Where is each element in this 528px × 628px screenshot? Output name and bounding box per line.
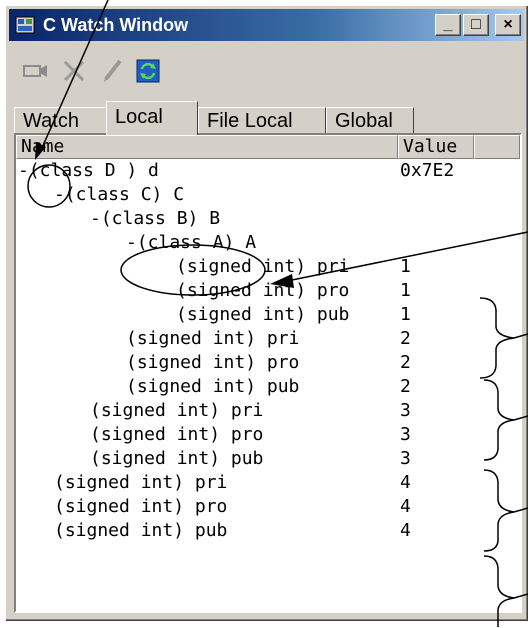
variable-name: (signed int) pro: [176, 280, 350, 301]
variable-name: -(class C) C: [54, 184, 185, 205]
tab-global[interactable]: Global: [326, 107, 414, 133]
toolbar: [14, 50, 514, 94]
tree-row[interactable]: (signed int) pub 2: [16, 375, 520, 399]
tab-watch[interactable]: Watch: [14, 107, 108, 133]
variable-value: 2: [400, 352, 411, 373]
delete-icon: [63, 60, 85, 82]
variable-name: (signed int) pub: [90, 448, 264, 469]
refresh-button[interactable]: [132, 56, 164, 86]
variable-name: -(class A) A: [126, 232, 257, 253]
variable-value: 4: [400, 520, 411, 541]
maximize-button[interactable]: □: [463, 14, 489, 36]
variable-name: (signed int) pro: [126, 352, 300, 373]
tree-row[interactable]: (signed int) pri 4: [16, 471, 520, 495]
tree-row[interactable]: -(class D ) d 0x7E2: [16, 159, 520, 183]
close-button[interactable]: ×: [495, 14, 521, 36]
variable-value: 2: [400, 376, 411, 397]
c-watch-window: C Watch Window _ □ × Watch Local File Lo…: [5, 5, 528, 621]
variable-value: 1: [400, 256, 411, 277]
extra-column-header[interactable]: [474, 135, 520, 159]
tab-strip: Watch Local File Local Global: [14, 101, 522, 135]
tab-file-local[interactable]: File Local: [198, 107, 326, 133]
tree-row[interactable]: (signed int) pri 3: [16, 399, 520, 423]
refresh-icon: [136, 59, 160, 83]
name-column-header[interactable]: Name: [16, 135, 398, 159]
watch-list[interactable]: Name Value -(class D ) d 0x7E2 -(class C) …: [14, 133, 522, 613]
column-header: Name Value: [16, 135, 520, 159]
value-column-header[interactable]: Value: [398, 135, 474, 159]
tree-row[interactable]: -(class B) B: [16, 207, 520, 231]
tree-row[interactable]: (signed int) pub 3: [16, 447, 520, 471]
variable-name: (signed int) pub: [54, 520, 228, 541]
edit-icon: [104, 59, 122, 82]
variable-name: (signed int) pri: [90, 400, 264, 421]
minimize-button[interactable]: _: [435, 14, 461, 36]
tree-row[interactable]: -(class C) C: [16, 183, 520, 207]
tree-row[interactable]: (signed int) pub 1: [16, 303, 520, 327]
add-watch-button[interactable]: [20, 56, 52, 86]
variable-value: 4: [400, 496, 411, 517]
variable-value: 3: [400, 424, 411, 445]
tab-local[interactable]: Local: [106, 101, 198, 135]
edit-button[interactable]: [96, 56, 128, 86]
variable-name: (signed int) pri: [176, 256, 350, 277]
variable-name: -(class B) B: [90, 208, 221, 229]
tree-row[interactable]: (signed int) pro 4: [16, 495, 520, 519]
tree-row[interactable]: (signed int) pri 2: [16, 327, 520, 351]
tree-row[interactable]: (signed int) pri 1: [16, 255, 520, 279]
tree-row[interactable]: (signed int) pro 3: [16, 423, 520, 447]
add-watch-icon: [23, 65, 47, 77]
variable-value: 1: [400, 304, 411, 325]
variable-name: (signed int) pro: [54, 496, 228, 517]
delete-button[interactable]: [58, 56, 90, 86]
variable-value: 3: [400, 400, 411, 421]
variable-value: 4: [400, 472, 411, 493]
variable-name: (signed int) pri: [126, 328, 300, 349]
tree-row[interactable]: (signed int) pro 2: [16, 351, 520, 375]
variable-name: (signed int) pro: [90, 424, 264, 445]
app-icon: [15, 16, 35, 34]
tree-row[interactable]: (signed int) pub 4: [16, 519, 520, 543]
variable-name: (signed int) pub: [126, 376, 300, 397]
tree-row[interactable]: -(class A) A: [16, 231, 520, 255]
variable-name: (signed int) pri: [54, 472, 228, 493]
variable-name: -(class D ) d: [18, 160, 159, 181]
variable-value: 0x7E2: [400, 160, 455, 181]
variable-value: 2: [400, 328, 411, 349]
window-title: C Watch Window: [43, 15, 189, 35]
tree-row[interactable]: (signed int) pro 1: [16, 279, 520, 303]
variable-value: 1: [400, 280, 411, 301]
variable-value: 3: [400, 448, 411, 469]
variable-name: (signed int) pub: [176, 304, 350, 325]
title-bar[interactable]: C Watch Window _ □ ×: [9, 9, 524, 41]
